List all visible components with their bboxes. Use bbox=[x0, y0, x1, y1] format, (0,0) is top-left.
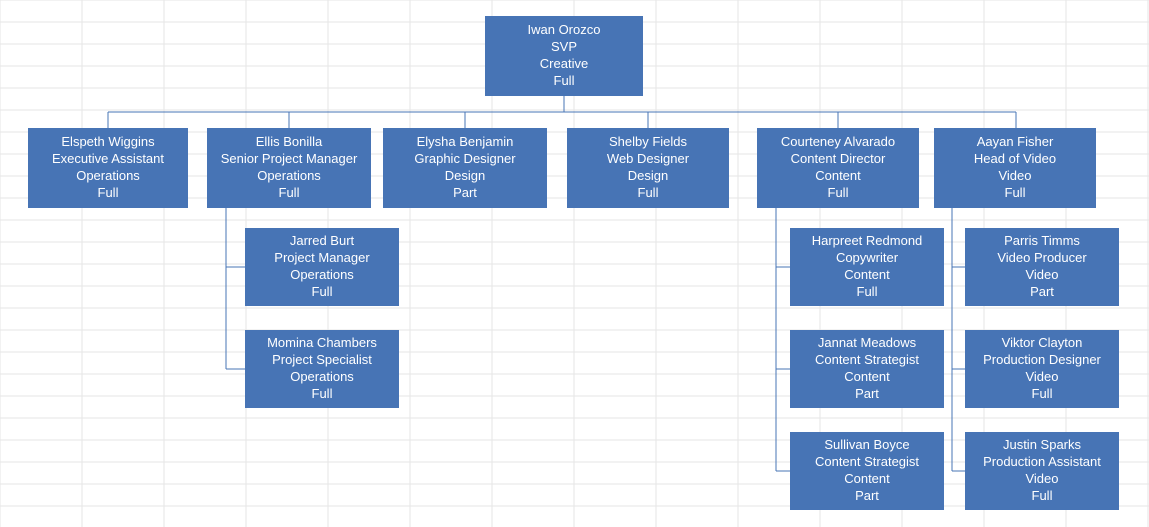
node-status: Full bbox=[279, 185, 300, 202]
node-title: Senior Project Manager bbox=[221, 151, 358, 168]
node-title: Content Director bbox=[791, 151, 886, 168]
org-node: Viktor Clayton Production Designer Video… bbox=[965, 330, 1119, 408]
org-node: Jarred Burt Project Manager Operations F… bbox=[245, 228, 399, 306]
node-dept: Video bbox=[998, 168, 1031, 185]
node-title: Project Specialist bbox=[272, 352, 372, 369]
org-node: Parris Timms Video Producer Video Part bbox=[965, 228, 1119, 306]
node-name: Shelby Fields bbox=[609, 134, 687, 151]
org-node: Sullivan Boyce Content Strategist Conten… bbox=[790, 432, 944, 510]
node-name: Elysha Benjamin bbox=[417, 134, 514, 151]
node-title: Web Designer bbox=[607, 151, 689, 168]
node-status: Full bbox=[98, 185, 119, 202]
node-status: Full bbox=[1005, 185, 1026, 202]
node-title: Production Assistant bbox=[983, 454, 1101, 471]
node-dept: Video bbox=[1025, 471, 1058, 488]
node-name: Courteney Alvarado bbox=[781, 134, 895, 151]
node-title: Video Producer bbox=[997, 250, 1086, 267]
node-dept: Content bbox=[844, 369, 890, 386]
node-dept: Design bbox=[445, 168, 485, 185]
node-name: Elspeth Wiggins bbox=[61, 134, 154, 151]
node-dept: Operations bbox=[290, 369, 354, 386]
node-status: Full bbox=[638, 185, 659, 202]
node-status: Part bbox=[855, 488, 879, 505]
node-status: Full bbox=[828, 185, 849, 202]
org-node: Ellis Bonilla Senior Project Manager Ope… bbox=[207, 128, 371, 208]
node-dept: Operations bbox=[257, 168, 321, 185]
node-name: Viktor Clayton bbox=[1002, 335, 1083, 352]
node-title: SVP bbox=[551, 39, 577, 56]
node-status: Full bbox=[554, 73, 575, 90]
node-name: Parris Timms bbox=[1004, 233, 1080, 250]
node-dept: Design bbox=[628, 168, 668, 185]
node-status: Full bbox=[1032, 386, 1053, 403]
node-dept: Creative bbox=[540, 56, 588, 73]
node-dept: Video bbox=[1025, 369, 1058, 386]
node-status: Part bbox=[855, 386, 879, 403]
node-name: Harpreet Redmond bbox=[812, 233, 923, 250]
node-title: Executive Assistant bbox=[52, 151, 164, 168]
node-dept: Content bbox=[815, 168, 861, 185]
node-status: Full bbox=[1032, 488, 1053, 505]
node-dept: Video bbox=[1025, 267, 1058, 284]
node-dept: Operations bbox=[290, 267, 354, 284]
node-status: Full bbox=[312, 284, 333, 301]
node-dept: Content bbox=[844, 267, 890, 284]
node-name: Iwan Orozco bbox=[528, 22, 601, 39]
org-node: Momina Chambers Project Specialist Opera… bbox=[245, 330, 399, 408]
node-title: Content Strategist bbox=[815, 454, 919, 471]
node-title: Head of Video bbox=[974, 151, 1056, 168]
org-node: Elysha Benjamin Graphic Designer Design … bbox=[383, 128, 547, 208]
node-name: Jannat Meadows bbox=[818, 335, 916, 352]
org-node: Jannat Meadows Content Strategist Conten… bbox=[790, 330, 944, 408]
node-name: Ellis Bonilla bbox=[256, 134, 322, 151]
org-node: Shelby Fields Web Designer Design Full bbox=[567, 128, 729, 208]
node-status: Full bbox=[312, 386, 333, 403]
org-node: Justin Sparks Production Assistant Video… bbox=[965, 432, 1119, 510]
node-name: Momina Chambers bbox=[267, 335, 377, 352]
org-node: Harpreet Redmond Copywriter Content Full bbox=[790, 228, 944, 306]
node-dept: Content bbox=[844, 471, 890, 488]
node-name: Sullivan Boyce bbox=[824, 437, 909, 454]
org-node: Aayan Fisher Head of Video Video Full bbox=[934, 128, 1096, 208]
node-status: Full bbox=[857, 284, 878, 301]
node-title: Copywriter bbox=[836, 250, 898, 267]
org-node: Courteney Alvarado Content Director Cont… bbox=[757, 128, 919, 208]
node-status: Part bbox=[453, 185, 477, 202]
org-node: Elspeth Wiggins Executive Assistant Oper… bbox=[28, 128, 188, 208]
node-title: Project Manager bbox=[274, 250, 369, 267]
node-name: Jarred Burt bbox=[290, 233, 354, 250]
node-status: Part bbox=[1030, 284, 1054, 301]
node-name: Justin Sparks bbox=[1003, 437, 1081, 454]
org-node-root: Iwan Orozco SVP Creative Full bbox=[485, 16, 643, 96]
node-title: Production Designer bbox=[983, 352, 1101, 369]
node-title: Content Strategist bbox=[815, 352, 919, 369]
node-name: Aayan Fisher bbox=[977, 134, 1054, 151]
node-dept: Operations bbox=[76, 168, 140, 185]
node-title: Graphic Designer bbox=[414, 151, 515, 168]
